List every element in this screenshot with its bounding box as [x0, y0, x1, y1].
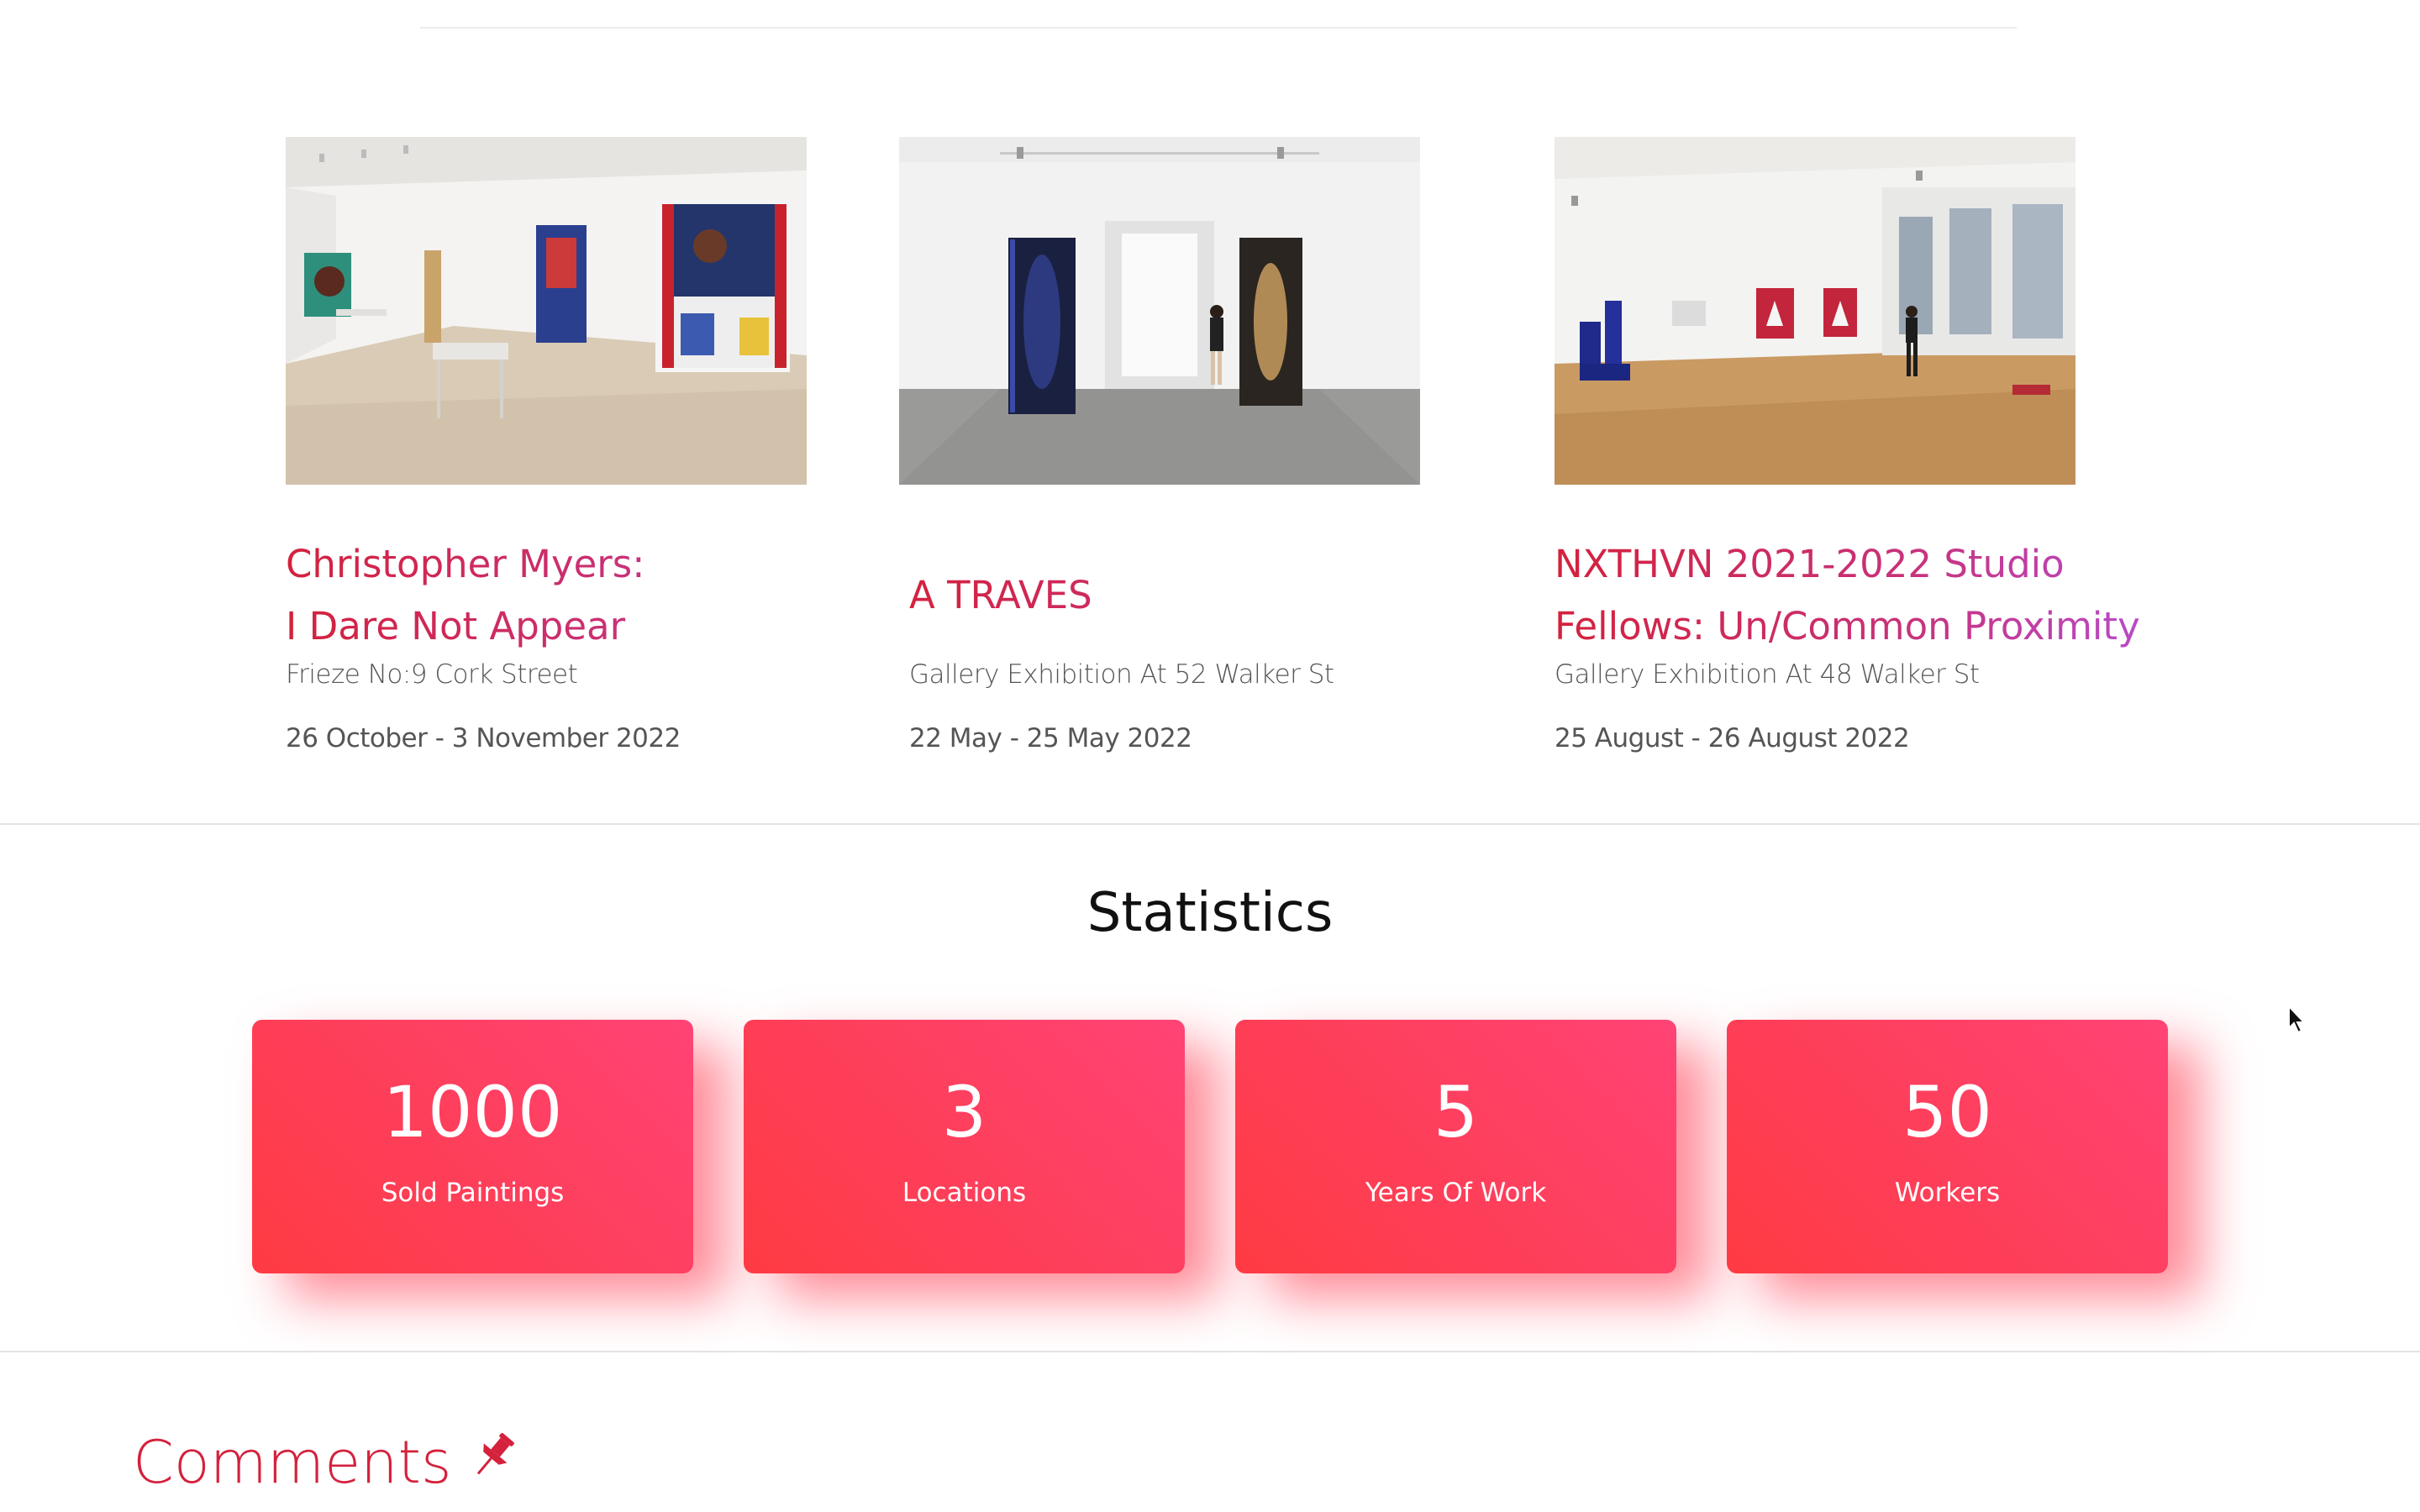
exhibition-venue: Gallery Exhibition At 48 Walker St — [1555, 659, 1980, 690]
comments-heading: Comments — [133, 1428, 520, 1497]
stat-card-sold-paintings: 1000 Sold Paintings — [252, 1020, 693, 1273]
section-divider — [0, 1351, 2420, 1352]
exhibition-card[interactable]: Christopher Myers: I Dare Not Appear Fri… — [286, 137, 924, 753]
exhibition-photo[interactable] — [286, 137, 807, 485]
statistics-title: Statistics — [1086, 882, 1334, 944]
exhibition-date: 25 August - 26 August 2022 — [1555, 723, 1910, 753]
exhibition-venue: Frieze No:9 Cork Street — [286, 659, 578, 690]
stat-label: Sold Paintings — [381, 1178, 565, 1208]
stat-label: Locations — [902, 1178, 1027, 1208]
exhibition-card[interactable]: NXTHVN 2021-2022 Studio Fellows: Un/Comm… — [1555, 137, 2193, 753]
exhibition-date: 26 October - 3 November 2022 — [286, 723, 681, 753]
exhibition-title[interactable]: NXTHVN 2021-2022 Studio Fellows: Un/Comm… — [1555, 533, 2193, 658]
stat-card-workers: 50 Workers — [1727, 1020, 2168, 1273]
stat-card-years-of-work: 5 Years Of Work — [1235, 1020, 1676, 1273]
exhibition-photo[interactable] — [1555, 137, 2075, 485]
comments-title: Comments — [133, 1428, 452, 1497]
exhibition-title[interactable]: Christopher Myers: I Dare Not Appear — [286, 533, 924, 658]
pushpin-icon — [466, 1428, 520, 1497]
stat-label: Workers — [1894, 1178, 2001, 1208]
exhibition-date: 22 May - 25 May 2022 — [909, 723, 1192, 753]
stat-card-locations: 3 Locations — [744, 1020, 1185, 1273]
mouse-cursor-icon — [2287, 1004, 2307, 1038]
exhibitions-section: Christopher Myers: I Dare Not Appear Fri… — [0, 0, 2420, 823]
section-divider — [0, 823, 2420, 825]
exhibition-title[interactable]: A TRAVES — [899, 533, 1538, 658]
stat-label: Years Of Work — [1365, 1178, 1547, 1208]
stat-value: 5 — [1433, 1071, 1479, 1153]
stat-value: 50 — [1902, 1071, 1992, 1153]
stat-value: 3 — [941, 1071, 987, 1153]
exhibition-venue: Gallery Exhibition At 52 Walker St — [909, 659, 1334, 690]
exhibition-card[interactable]: A TRAVES Gallery Exhibition At 52 Walker… — [899, 137, 1538, 753]
exhibition-photo[interactable] — [899, 137, 1420, 485]
stat-value: 1000 — [382, 1071, 563, 1153]
